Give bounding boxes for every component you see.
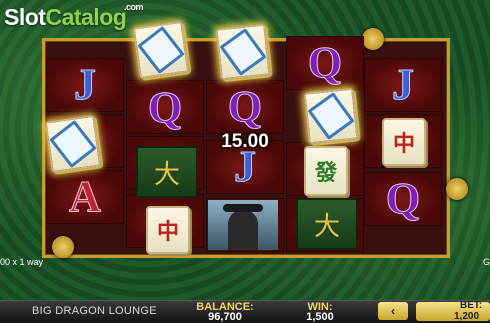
symbol-q: Q bbox=[307, 38, 343, 87]
tile-bamboo-icon bbox=[219, 28, 267, 76]
slot-game-screen: SlotCatalog .com J A Q J Q J Q Q 中 發 中 大… bbox=[0, 0, 490, 323]
balance-value: 96,700 bbox=[208, 311, 242, 323]
mahjong-tile-glow bbox=[132, 20, 190, 80]
reel4-row1: Q bbox=[286, 36, 364, 90]
logo-catalog-text: Catalog bbox=[45, 4, 127, 30]
tile-bamboo-icon bbox=[137, 25, 185, 75]
green-dragon-char: 發 bbox=[314, 160, 337, 186]
golden-book-symbol: 大 bbox=[136, 146, 198, 198]
detective-symbol bbox=[208, 200, 278, 250]
symbol-j: J bbox=[74, 60, 97, 109]
detective-figure-icon bbox=[223, 204, 263, 250]
symbol-q: Q bbox=[147, 83, 183, 132]
slotcatalog-logo: SlotCatalog .com bbox=[4, 2, 144, 31]
reel5-row1: J bbox=[364, 58, 442, 112]
bet-decrease-button[interactable]: ‹ bbox=[378, 302, 408, 320]
book-emblem-icon: 大 bbox=[313, 210, 340, 241]
reel5-row3: Q bbox=[364, 172, 442, 226]
logo-slot-text: Slot bbox=[4, 4, 46, 30]
mahjong-tile-red-dragon: 中 bbox=[382, 118, 426, 166]
mahjong-tile-green-dragon: 發 bbox=[304, 146, 348, 196]
golden-book-symbol: 大 bbox=[296, 198, 358, 250]
red-dragon-char: 中 bbox=[156, 219, 179, 245]
red-dragon-char: 中 bbox=[392, 131, 415, 157]
symbol-j: J bbox=[392, 60, 415, 109]
right-edge-label: G bbox=[482, 257, 490, 267]
game-title: BIG DRAGON LOUNGE bbox=[32, 305, 157, 317]
reel1-row1: J bbox=[46, 58, 124, 112]
book-emblem-icon: 大 bbox=[153, 158, 180, 189]
logo-com-text: .com bbox=[124, 2, 144, 12]
symbol-q: Q bbox=[385, 174, 421, 223]
dragon-ornament-icon bbox=[52, 236, 74, 258]
tile-bamboo-icon bbox=[49, 119, 97, 169]
mahjong-tile-red-dragon: 中 bbox=[146, 206, 190, 254]
win-value: 1,500 bbox=[306, 311, 334, 323]
symbol-a: A bbox=[69, 172, 102, 221]
mahjong-tile-glow bbox=[303, 87, 359, 145]
dragon-ornament-icon bbox=[446, 178, 468, 200]
ways-indicator: 00 x 1 way bbox=[0, 257, 44, 267]
mahjong-tile-glow bbox=[44, 114, 102, 174]
symbol-q: Q bbox=[227, 82, 263, 131]
reel1-row3: A bbox=[46, 170, 124, 224]
mahjong-tile-glow bbox=[215, 23, 271, 81]
reel3-row1: Q bbox=[206, 80, 284, 134]
win-amount-display: 15.00 bbox=[221, 131, 269, 152]
bet-label: BET: bbox=[460, 300, 483, 311]
tile-bamboo-icon bbox=[307, 92, 355, 140]
dragon-ornament-icon bbox=[362, 28, 384, 50]
bet-value: 1,200 bbox=[454, 311, 480, 322]
